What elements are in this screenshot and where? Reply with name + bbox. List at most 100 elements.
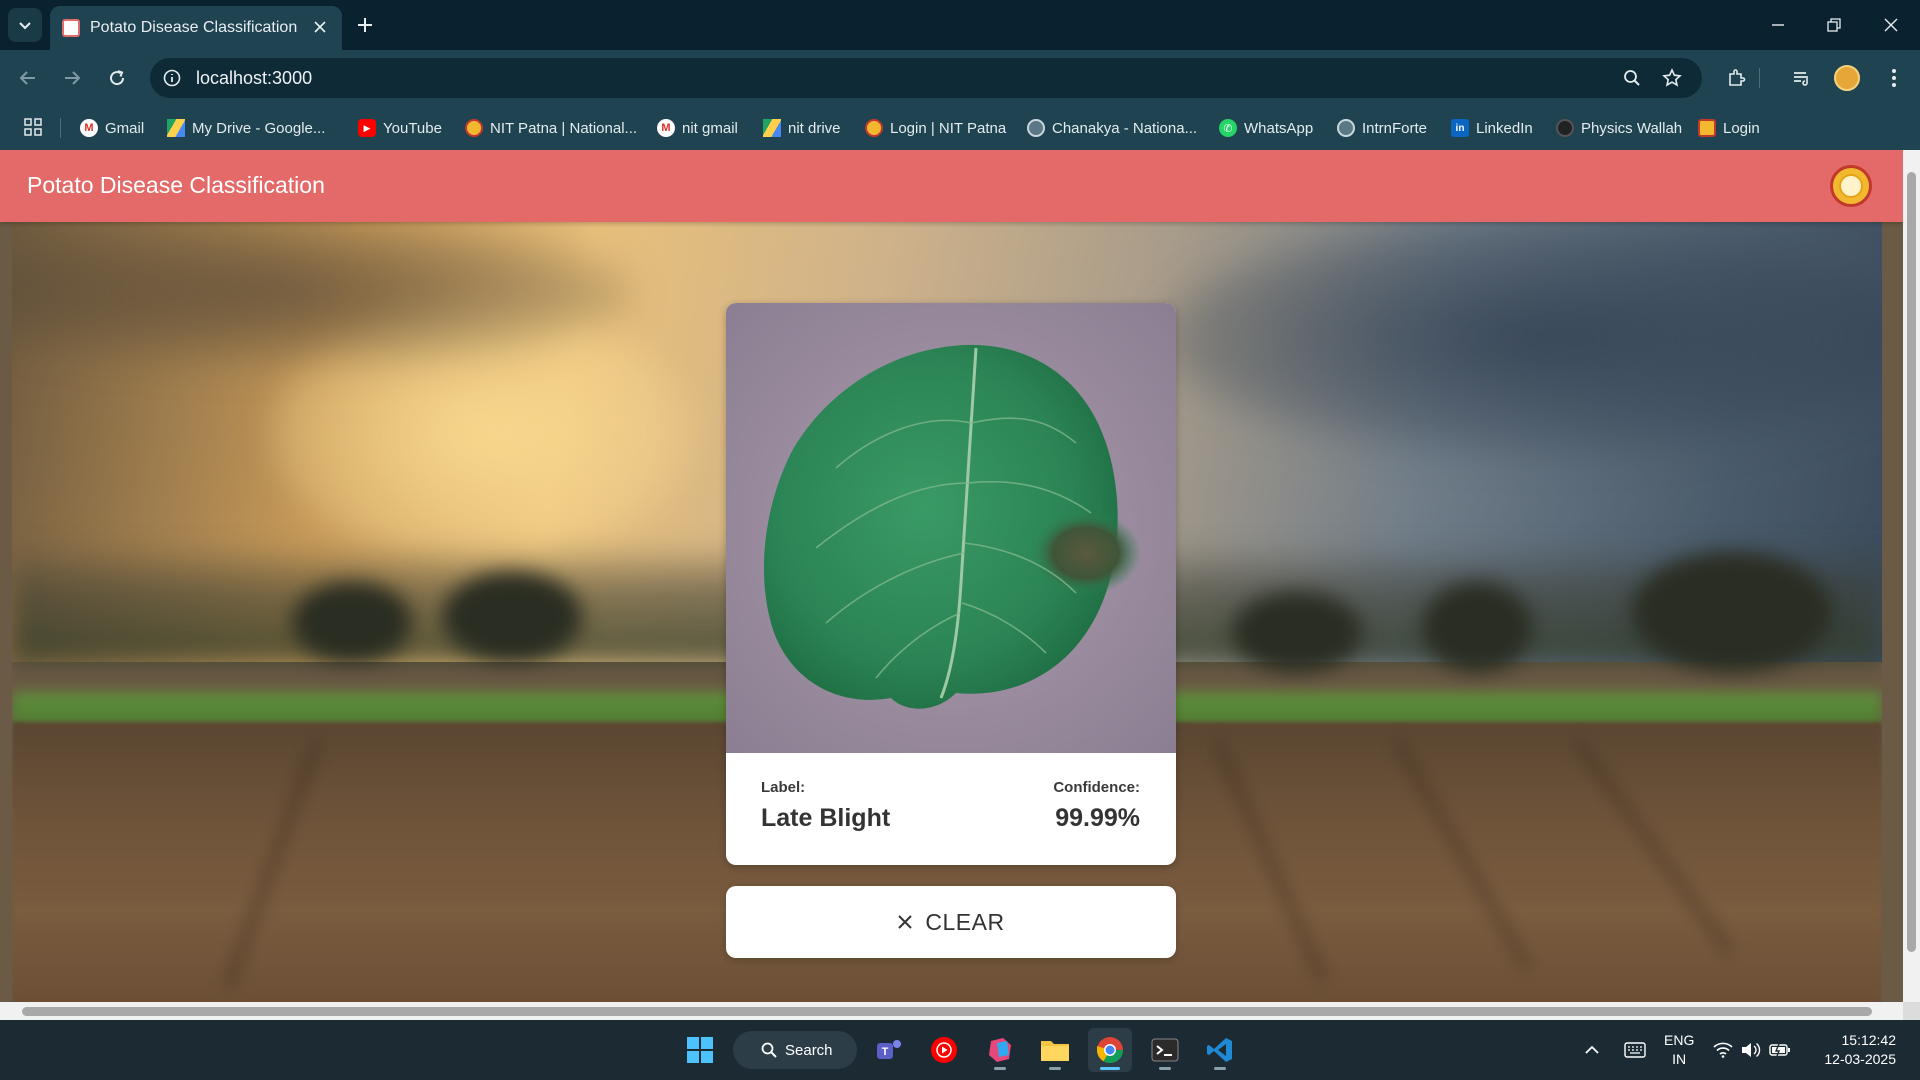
- restore-icon: [1827, 18, 1841, 32]
- taskbar-teams[interactable]: T: [867, 1028, 911, 1072]
- youtube-music-icon: [931, 1037, 957, 1063]
- media-controls-icon[interactable]: [1788, 64, 1816, 92]
- bookmark-gmail[interactable]: M Gmail: [80, 117, 144, 139]
- bookmark-star-icon[interactable]: [1660, 66, 1684, 90]
- apps-grid-icon[interactable]: [22, 116, 44, 138]
- minimize-window-button[interactable]: [1760, 10, 1796, 40]
- vertical-scroll-thumb[interactable]: [1907, 172, 1916, 952]
- label-caption: Label:: [761, 779, 806, 796]
- back-button[interactable]: [12, 62, 44, 94]
- running-indicator: [994, 1067, 1006, 1070]
- bookmark-label: My Drive - Google...: [192, 119, 326, 137]
- app-title: Potato Disease Classification: [27, 172, 325, 198]
- bookmark-intrnforte[interactable]: IntrnForte: [1337, 117, 1427, 139]
- zoom-icon[interactable]: [1620, 66, 1644, 90]
- app-header: Potato Disease Classification: [0, 150, 1903, 222]
- whatsapp-icon: ✆: [1219, 119, 1237, 137]
- battery-charging-icon: [1769, 1043, 1790, 1057]
- nit-patna-icon: [465, 119, 483, 137]
- language-code: ENG: [1664, 1032, 1695, 1048]
- reload-button[interactable]: [101, 62, 133, 94]
- running-indicator: [1214, 1067, 1226, 1070]
- extensions-icon[interactable]: [1722, 64, 1750, 92]
- bookmark-label: IntrnForte: [1362, 119, 1428, 137]
- bookmark-label: nit gmail: [682, 119, 738, 137]
- browser-tabstrip: Potato Disease Classification: [0, 0, 1920, 50]
- bookmark-whatsapp[interactable]: ✆ WhatsApp: [1219, 117, 1313, 139]
- bookmark-nit-patna[interactable]: NIT Patna | National...: [465, 117, 637, 139]
- linkedin-icon: in: [1451, 119, 1469, 137]
- bookmark-label: WhatsApp: [1244, 119, 1314, 137]
- search-icon: [761, 1042, 777, 1058]
- site-info-icon[interactable]: [160, 66, 184, 90]
- touch-keyboard-button[interactable]: [1620, 1028, 1650, 1072]
- bookmark-nit-drive[interactable]: nit drive: [763, 117, 841, 139]
- running-indicator: [1100, 1067, 1120, 1070]
- bookmark-my-drive[interactable]: My Drive - Google...: [167, 117, 325, 139]
- scrollbar-corner: [1903, 1002, 1920, 1020]
- tab-title: Potato Disease Classification: [90, 19, 298, 36]
- clock-time: 15:12:42: [1841, 1032, 1897, 1048]
- gmail-icon: M: [657, 119, 675, 137]
- browser-tab-active[interactable]: Potato Disease Classification: [50, 6, 342, 50]
- taskbar-vscode[interactable]: [1198, 1028, 1242, 1072]
- taskbar-terminal[interactable]: [1143, 1028, 1187, 1072]
- bookmark-label: Login | NIT Patna: [890, 119, 1007, 137]
- profile-avatar[interactable]: [1834, 65, 1860, 91]
- folder-icon: [1041, 1041, 1069, 1061]
- forward-button[interactable]: [56, 62, 88, 94]
- start-button[interactable]: [678, 1028, 722, 1072]
- arrow-left-icon: [19, 71, 35, 85]
- close-window-button[interactable]: [1873, 10, 1909, 40]
- bookmark-label: Login: [1723, 119, 1760, 137]
- taskbar-youtube-music[interactable]: [922, 1028, 966, 1072]
- bookmark-chanakya[interactable]: Chanakya - Nationa...: [1027, 117, 1197, 139]
- bookmarks-bar: M Gmail My Drive - Google... ▶ YouTube N…: [0, 106, 1920, 150]
- result-card: Label: Late Blight Confidence: 99.99%: [726, 303, 1176, 865]
- browser-menu-icon[interactable]: [1880, 64, 1908, 92]
- physics-wallah-icon: [1556, 119, 1574, 137]
- toolbar-divider: [1756, 64, 1762, 92]
- browser-toolbar: localhost:3000: [0, 50, 1920, 106]
- terminal-icon: [1151, 1038, 1179, 1062]
- tab-search-button[interactable]: [8, 8, 42, 42]
- close-icon: [898, 915, 913, 929]
- taskbar-search[interactable]: Search: [733, 1031, 857, 1069]
- new-tab-button[interactable]: [352, 12, 378, 38]
- google-drive-icon: [167, 119, 185, 137]
- teams-icon: T: [877, 1040, 901, 1059]
- bookmark-nit-gmail[interactable]: M nit gmail: [657, 117, 738, 139]
- horizontal-scroll-thumb[interactable]: [22, 1007, 1872, 1016]
- bookmark-login-nit-patna[interactable]: Login | NIT Patna: [865, 117, 1006, 139]
- taskbar-m365[interactable]: [978, 1028, 1022, 1072]
- horizontal-scrollbar[interactable]: [0, 1002, 1903, 1020]
- institute-logo: [1830, 165, 1872, 207]
- bookmark-label: nit drive: [788, 119, 841, 137]
- vertical-scrollbar[interactable]: [1903, 150, 1920, 1006]
- microsoft-365-icon: [989, 1038, 1011, 1062]
- bookmark-label: Chanakya - Nationa...: [1052, 119, 1198, 137]
- input-language[interactable]: ENG IN: [1664, 1031, 1694, 1069]
- close-tab-icon[interactable]: [310, 17, 330, 37]
- bookmark-login[interactable]: Login: [1698, 117, 1760, 139]
- running-indicator: [1049, 1067, 1061, 1070]
- page-viewport: Potato Disease Classification Label: Lat…: [0, 150, 1920, 1020]
- restore-window-button[interactable]: [1816, 10, 1852, 40]
- minimize-icon: [1772, 24, 1784, 26]
- taskbar-clock[interactable]: 15:12:42 12-03-2025: [1808, 1031, 1896, 1069]
- clear-button-label: CLEAR: [925, 908, 1005, 935]
- close-icon: [1884, 18, 1898, 32]
- globe-icon: [1337, 119, 1355, 137]
- bookmark-linkedin[interactable]: in LinkedIn: [1451, 117, 1533, 139]
- address-bar[interactable]: localhost:3000: [150, 58, 1702, 98]
- gmail-icon: M: [80, 119, 98, 137]
- bookmark-physics-wallah[interactable]: Physics Wallah: [1556, 117, 1682, 139]
- windows-taskbar: Search T ENG IN 15:12:42 12-03-2025: [0, 1020, 1920, 1080]
- taskbar-chrome[interactable]: [1088, 1028, 1132, 1072]
- chrome-icon: [1096, 1037, 1124, 1064]
- clear-button[interactable]: CLEAR: [726, 886, 1176, 958]
- quick-settings[interactable]: [1712, 1028, 1792, 1072]
- taskbar-file-explorer[interactable]: [1033, 1028, 1077, 1072]
- bookmark-youtube[interactable]: ▶ YouTube: [358, 117, 442, 139]
- show-hidden-icons[interactable]: [1580, 1028, 1604, 1072]
